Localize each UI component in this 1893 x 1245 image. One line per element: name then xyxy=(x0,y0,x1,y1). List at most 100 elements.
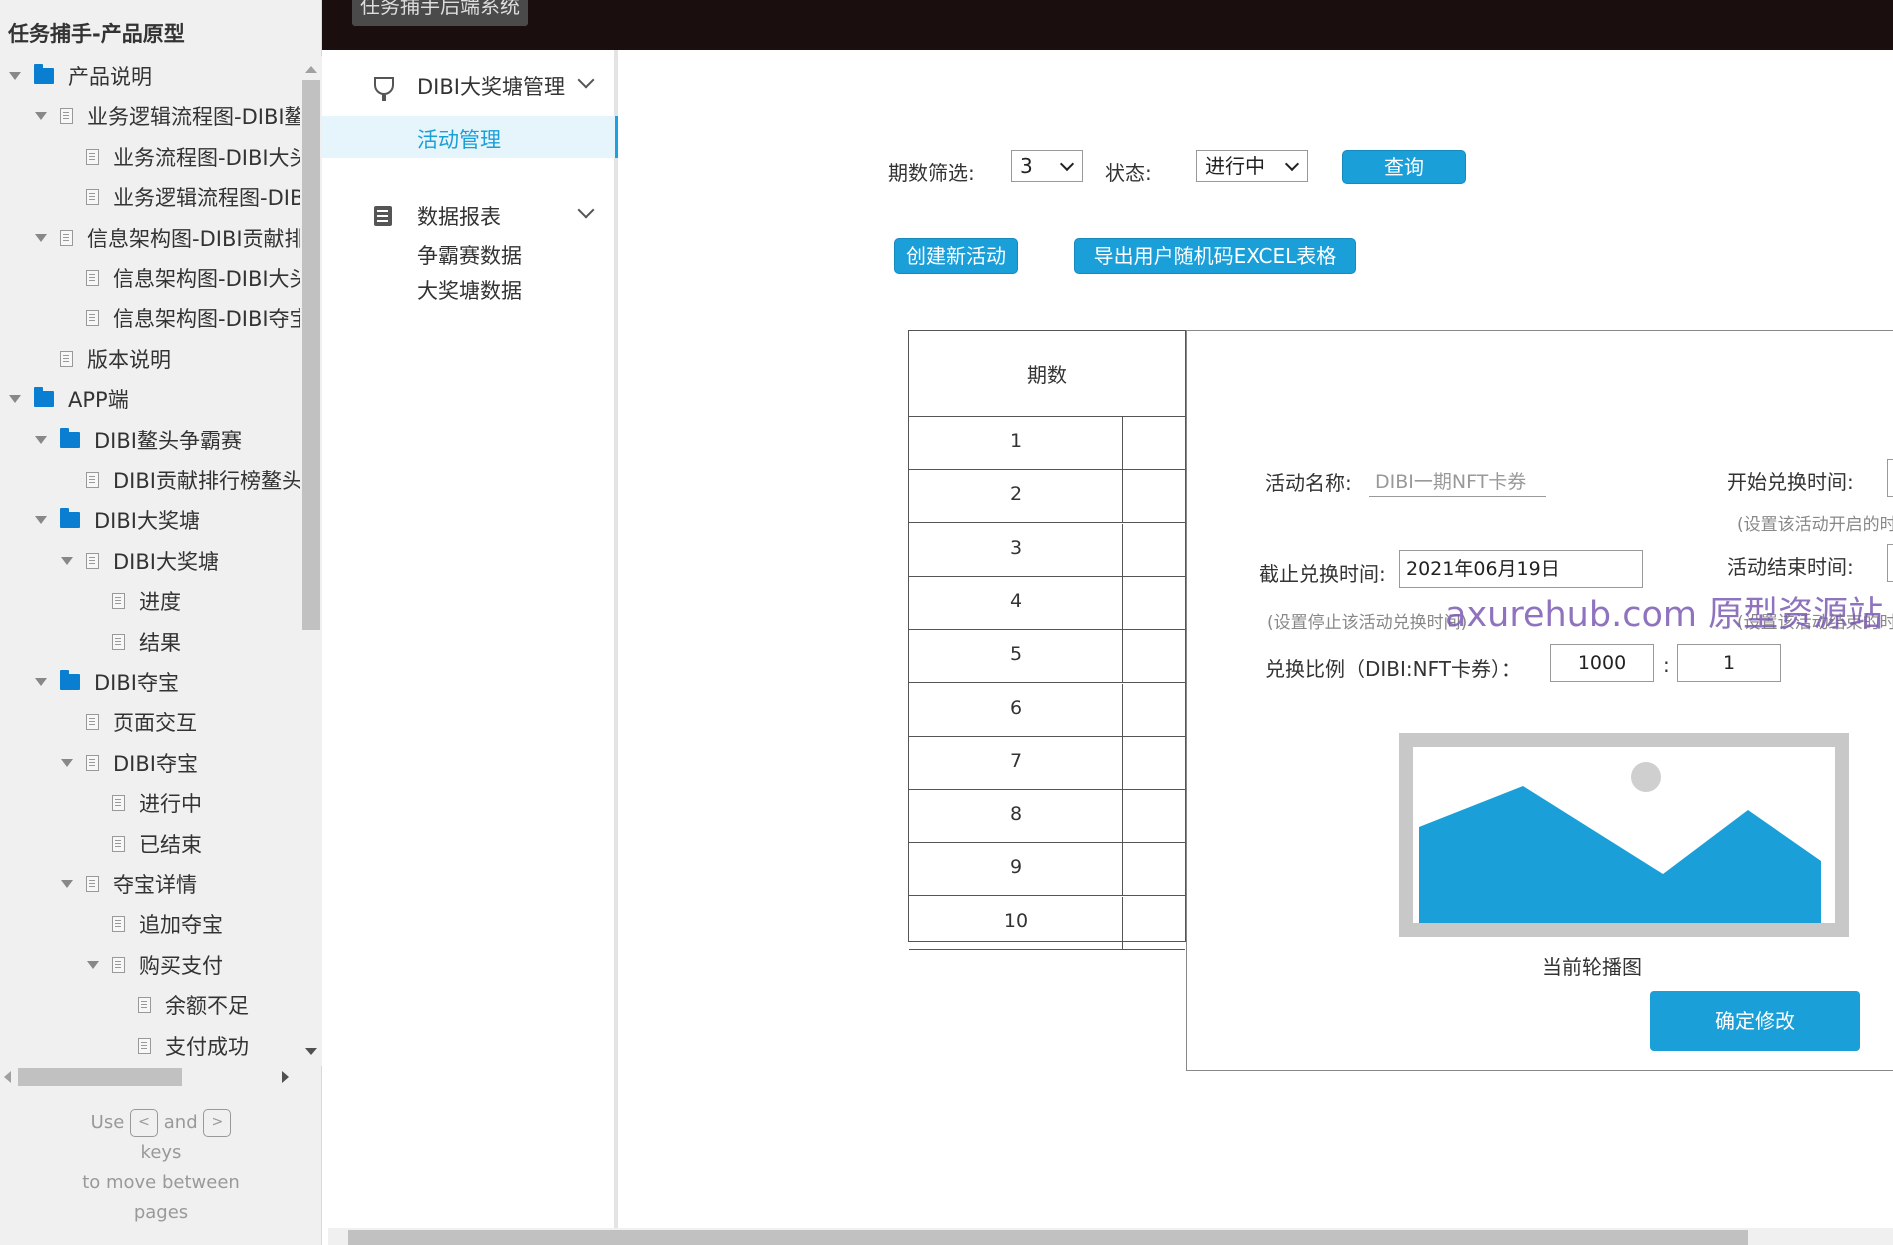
start-time-input[interactable]: 20 xyxy=(1887,459,1893,497)
sitemap-item[interactable]: DIBI贡献排行榜鳌头 xyxy=(60,460,300,500)
sitemap-item-label: APP端 xyxy=(68,388,129,413)
scroll-up-icon[interactable] xyxy=(305,66,317,73)
sitemap-item[interactable]: DIBI夺宝 xyxy=(60,743,198,783)
scroll-left-icon[interactable] xyxy=(4,1071,11,1083)
expand-triangle-icon[interactable] xyxy=(8,392,22,406)
sitemap-tree: 产品说明业务逻辑流程图-DIBI鳌 业务流程图-DIBI大头 业务逻辑流程图-DIB… xyxy=(0,56,300,1066)
export-excel-button[interactable]: 导出用户随机码EXCEL表格 xyxy=(1074,238,1356,274)
period-row[interactable]: 8 xyxy=(909,790,1185,844)
nav-item-activity-management[interactable]: 活动管理 xyxy=(322,116,618,158)
nav-group-data-report[interactable]: 数据报表 xyxy=(322,196,618,236)
expand-triangle-icon[interactable] xyxy=(60,554,74,568)
period-row[interactable]: 6 xyxy=(909,683,1185,737)
expand-triangle-icon[interactable] xyxy=(86,958,100,972)
sitemap-item[interactable]: 产品说明 xyxy=(8,56,152,96)
scroll-right-icon[interactable] xyxy=(282,1071,289,1083)
sitemap-item[interactable]: 业务逻辑流程图-DIBI鳌 xyxy=(34,96,300,136)
sitemap-vertical-scrollbar[interactable] xyxy=(300,56,322,1066)
query-button[interactable]: 查询 xyxy=(1342,150,1466,184)
ratio-separator: : xyxy=(1663,653,1670,677)
expand-triangle-icon[interactable] xyxy=(34,513,48,527)
period-number: 4 xyxy=(1009,589,1023,612)
nav-item-label: 活动管理 xyxy=(417,128,501,152)
sitemap-item[interactable]: DIBI大奖塘 xyxy=(60,541,219,581)
expand-triangle-icon[interactable] xyxy=(34,231,48,245)
sitemap-item[interactable]: 追加夺宝 xyxy=(86,904,223,944)
sitemap-item-label: 产品说明 xyxy=(68,65,152,89)
period-row[interactable]: 2 xyxy=(909,470,1185,524)
period-number: 1 xyxy=(1009,430,1023,452)
ratio-dibi-input[interactable]: 1000 xyxy=(1550,644,1654,682)
sitemap-item-label: 版本说明 xyxy=(87,347,171,372)
sitemap-item[interactable]: 信息架构图-DIBI大头 xyxy=(60,258,300,298)
page-icon xyxy=(60,229,73,246)
create-activity-button[interactable]: 创建新活动 xyxy=(894,238,1018,274)
expand-triangle-icon[interactable] xyxy=(8,69,22,83)
nav-item-prize-pool-data[interactable]: 大奖塘数据 xyxy=(417,275,522,305)
sitemap-horizontal-scrollbar[interactable] xyxy=(0,1066,300,1088)
sitemap-item-label: 进度 xyxy=(139,590,181,615)
folder-icon xyxy=(34,387,54,408)
period-row[interactable]: 7 xyxy=(909,736,1185,790)
period-table: 期数 1 2 3 4 5 6 7 8 9 10 xyxy=(908,330,1186,950)
sitemap-item[interactable]: 信息架构图-DIBI贡献排 xyxy=(34,218,300,258)
nav-group-prize-pool[interactable]: DIBI大奖塘管理 xyxy=(322,66,618,106)
period-row[interactable]: 3 xyxy=(909,523,1185,577)
deadline-input[interactable]: 2021年06月19日 xyxy=(1399,550,1643,588)
carousel-image[interactable] xyxy=(1399,733,1849,937)
scrollbar-thumb[interactable] xyxy=(348,1230,1748,1245)
period-row[interactable]: 4 xyxy=(909,576,1185,630)
expand-triangle-icon[interactable] xyxy=(60,756,74,770)
ratio-nft-input[interactable]: 1 xyxy=(1677,644,1781,682)
period-select[interactable]: 3 xyxy=(1011,150,1083,182)
sitemap-item[interactable]: 版本说明 xyxy=(34,339,171,379)
period-row[interactable]: 5 xyxy=(909,630,1185,684)
folder-icon xyxy=(60,508,80,529)
expand-triangle-icon[interactable] xyxy=(34,109,48,123)
sitemap-item[interactable]: APP端 xyxy=(8,379,129,419)
sitemap-item[interactable]: 已结束 xyxy=(86,824,202,864)
exchange-ratio-label: 兑换比例（DIBI:NFT卡券）： xyxy=(1265,657,1521,681)
sitemap-item[interactable]: 业务逻辑流程图-DIB xyxy=(60,177,300,217)
sitemap-item[interactable]: 页面交互 xyxy=(60,702,197,742)
sitemap-item[interactable]: 支付成功 xyxy=(112,1026,249,1066)
scrollbar-thumb[interactable] xyxy=(18,1068,182,1086)
prototype-viewer: 任务捕手-产品原型 产品说明 业务逻辑流程图-DIBI鳌 业务流程图-DIBI大头业… xyxy=(0,0,1893,1245)
sitemap-item[interactable]: 信息架构图-DIBI夺宝 xyxy=(60,298,300,338)
sitemap-item[interactable]: 进行中 xyxy=(86,783,202,823)
period-row[interactable]: 9 xyxy=(909,843,1185,897)
nav-item-contest-data[interactable]: 争霸赛数据 xyxy=(417,240,522,270)
main-horizontal-scrollbar[interactable] xyxy=(328,1228,1893,1245)
sitemap-item[interactable]: 进度 xyxy=(86,581,181,621)
sitemap-item-label: 进行中 xyxy=(139,792,202,817)
sitemap-item[interactable]: 业务流程图-DIBI大头 xyxy=(60,137,300,177)
scroll-down-icon[interactable] xyxy=(305,1048,317,1055)
expand-triangle-icon[interactable] xyxy=(34,433,48,447)
end-time-input[interactable]: 20 xyxy=(1887,544,1893,582)
expand-triangle-icon[interactable] xyxy=(34,675,48,689)
sitemap-item[interactable]: 购买支付 xyxy=(86,945,223,985)
page-icon xyxy=(112,835,125,852)
page-icon xyxy=(86,472,99,488)
sitemap-item-label: DIBI大奖塘 xyxy=(94,509,200,534)
sitemap-item[interactable]: 夺宝详情 xyxy=(60,864,197,904)
period-row[interactable]: 1 xyxy=(909,417,1185,470)
period-row[interactable]: 10 xyxy=(909,896,1185,950)
activity-name-input[interactable]: DIBI一期NFT卡券 xyxy=(1369,467,1546,497)
sitemap-item[interactable]: 结果 xyxy=(86,622,181,662)
sitemap-item[interactable]: DIBI夺宝 xyxy=(34,662,179,702)
sitemap-item[interactable]: 余额不足 xyxy=(112,985,249,1025)
confirm-edit-button[interactable]: 确定修改 xyxy=(1650,991,1860,1051)
sitemap-item[interactable]: DIBI大奖塘 xyxy=(34,500,200,540)
scrollbar-thumb[interactable] xyxy=(302,80,320,630)
expand-triangle-icon[interactable] xyxy=(60,877,74,891)
sitemap-item-label: 追加夺宝 xyxy=(139,913,223,938)
main-content: 期数筛选: 3 状态: 进行中 查询 创建新活动 导出用户随机码EXCEL表格 … xyxy=(622,50,1893,1230)
nav-menu: DIBI大奖塘管理 活动管理 数据报表 争霸赛数据 大奖塘数据 xyxy=(322,50,618,1230)
sitemap-item[interactable]: DIBI鳌头争霸赛 xyxy=(34,420,242,460)
status-select[interactable]: 进行中 xyxy=(1196,150,1308,182)
hint-and: and xyxy=(163,1112,198,1133)
